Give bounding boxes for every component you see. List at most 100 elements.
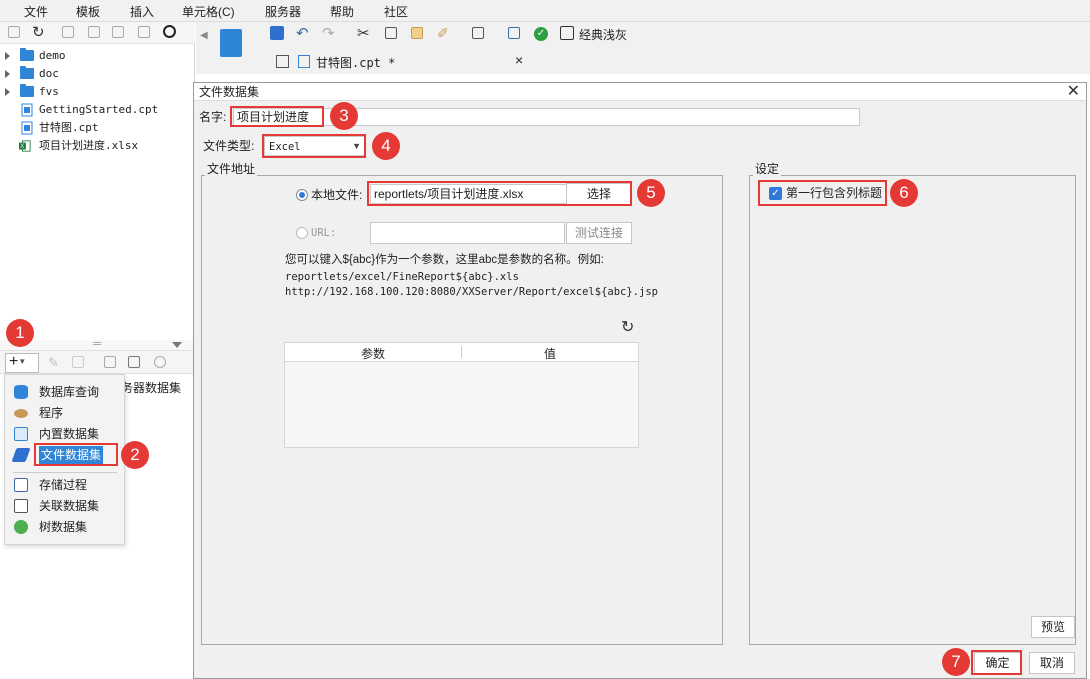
callout-7: 7 xyxy=(942,648,970,676)
menu-item-label: 树数据集 xyxy=(39,520,88,534)
check-icon[interactable] xyxy=(508,27,520,39)
theme-icon[interactable] xyxy=(560,26,574,40)
paste-icon[interactable] xyxy=(411,27,423,39)
tab-close-icon[interactable]: × xyxy=(515,52,523,68)
collapse-left-icon[interactable]: ◀ xyxy=(200,30,208,41)
ok-status-icon[interactable]: ✓ xyxy=(534,27,548,41)
dialog-title: 文件数据集 ✕ xyxy=(194,83,1086,101)
highlight-box xyxy=(971,650,1022,675)
copy-icon[interactable] xyxy=(138,26,150,38)
edit-icon[interactable]: ✎ xyxy=(48,355,59,371)
highlight-box xyxy=(367,181,632,206)
refresh-icon[interactable]: ↻ xyxy=(621,317,634,337)
template-icon[interactable] xyxy=(220,29,242,57)
tab-bar: 甘特图.cpt * × xyxy=(270,50,1090,74)
delete-icon[interactable] xyxy=(112,26,124,38)
stored-procedure-icon xyxy=(14,478,28,492)
menu-help[interactable]: 帮助 xyxy=(330,3,354,20)
embedded-dataset-icon xyxy=(14,427,28,441)
relation-dataset-icon xyxy=(14,499,28,513)
callout-4: 4 xyxy=(372,132,400,160)
menu-file[interactable]: 文件 xyxy=(24,3,48,20)
dataset-toolbar: +▼ ✎ xyxy=(0,350,195,374)
copy-icon[interactable] xyxy=(385,27,397,39)
redo-icon[interactable]: ↷ xyxy=(322,24,335,42)
hint-line-3: http://192.168.100.120:8080/XXServer/Rep… xyxy=(285,286,658,298)
grip-icon xyxy=(93,342,101,345)
preview-icon[interactable] xyxy=(104,356,116,368)
menu-item-stored-procedure[interactable]: 存储过程 xyxy=(5,475,124,495)
hint-line-1: 您可以键入${abc}作为一个参数，这里abc是参数的名称。例如: xyxy=(285,254,604,266)
menu-template[interactable]: 模板 xyxy=(76,3,100,20)
menu-community[interactable]: 社区 xyxy=(384,3,408,20)
move-icon[interactable] xyxy=(62,26,74,38)
excel-file-icon: X xyxy=(19,140,31,152)
menu-item-label: 存储过程 xyxy=(39,478,88,492)
theme-label[interactable]: 经典浅灰 xyxy=(579,26,627,43)
database-link-icon[interactable] xyxy=(154,356,166,368)
file-dataset-icon xyxy=(11,448,31,462)
callout-5: 5 xyxy=(637,179,665,207)
dataset-edit-icon[interactable] xyxy=(128,356,140,368)
save-icon[interactable] xyxy=(270,26,284,40)
settings-icon[interactable] xyxy=(88,26,100,38)
tree-item-label: doc xyxy=(39,67,59,80)
preview-button[interactable]: 预览 xyxy=(1031,616,1075,638)
expand-icon[interactable] xyxy=(5,52,10,60)
dialog-title-text: 文件数据集 xyxy=(199,85,260,99)
menu-item-tree[interactable]: 树数据集 xyxy=(5,517,124,537)
value-column-header: 值 xyxy=(543,347,556,361)
cpt-file-icon xyxy=(21,121,33,135)
url-input[interactable] xyxy=(370,222,565,244)
folder-icon xyxy=(20,84,34,97)
undo-icon[interactable]: ↶ xyxy=(296,24,309,42)
settings-title: 设定 xyxy=(753,162,782,176)
grid-icon[interactable] xyxy=(276,55,289,68)
url-label: URL: xyxy=(311,227,337,239)
tree-dataset-icon xyxy=(14,520,28,534)
folder-icon xyxy=(20,66,34,79)
name-input[interactable]: 项目计划进度 xyxy=(233,108,860,126)
file-dataset-dialog: 文件数据集 ✕ 名字: 项目计划进度 文件类型: Excel ▼ 文件地址 本地… xyxy=(193,82,1087,679)
menu-separator xyxy=(13,472,117,473)
program-icon xyxy=(14,409,28,418)
expand-icon[interactable] xyxy=(5,88,10,96)
cancel-button[interactable]: 取消 xyxy=(1029,652,1075,674)
close-icon[interactable]: ✕ xyxy=(1067,83,1080,101)
param-column-header: 参数 xyxy=(360,347,385,361)
locate-icon[interactable] xyxy=(163,25,176,38)
tree-item-label: demo xyxy=(39,49,66,62)
callout-1: 1 xyxy=(6,319,34,347)
menu-item-relation[interactable]: 关联数据集 xyxy=(5,496,124,516)
refresh-icon[interactable]: ↻ xyxy=(32,23,45,41)
add-dataset-button[interactable]: +▼ xyxy=(5,353,39,373)
menu-item-label: 关联数据集 xyxy=(39,499,100,513)
callout-2: 2 xyxy=(121,441,149,469)
local-file-radio[interactable] xyxy=(296,189,308,201)
test-connection-button[interactable]: 测试连接 xyxy=(566,222,632,244)
menu-cell[interactable]: 单元格(C) xyxy=(182,3,235,20)
menu-item-embedded[interactable]: 内置数据集 xyxy=(5,424,124,444)
callout-3: 3 xyxy=(330,102,358,130)
format-painter-icon[interactable]: ✐ xyxy=(437,25,449,42)
highlight-box xyxy=(758,180,887,206)
params-header-row: 参数 值 xyxy=(285,343,638,362)
menu-item-program[interactable]: 程序 xyxy=(5,403,124,423)
highlight-box xyxy=(230,106,324,127)
menu-insert[interactable]: 插入 xyxy=(130,3,154,20)
menu-item-db-query[interactable]: 数据库查询 xyxy=(5,382,124,402)
expand-icon[interactable] xyxy=(5,70,10,78)
cut-icon[interactable]: ✂ xyxy=(357,24,370,42)
tab-gantt[interactable]: 甘特图.cpt * xyxy=(316,54,395,71)
folder-icon xyxy=(20,48,34,61)
new-folder-icon[interactable] xyxy=(8,26,20,38)
find-icon[interactable] xyxy=(472,27,484,39)
svg-text:X: X xyxy=(20,144,24,150)
delete-icon[interactable] xyxy=(72,356,84,368)
params-table: 参数 值 xyxy=(284,342,639,448)
menu-server[interactable]: 服务器 xyxy=(265,3,301,20)
collapse-icon[interactable] xyxy=(172,342,182,348)
server-dataset-label[interactable]: 务器数据集 xyxy=(121,379,181,396)
left-pane: ↻ demo doc fvs GettingStarted.cpt 甘特图.cp… xyxy=(0,22,195,679)
url-radio[interactable] xyxy=(296,227,308,239)
